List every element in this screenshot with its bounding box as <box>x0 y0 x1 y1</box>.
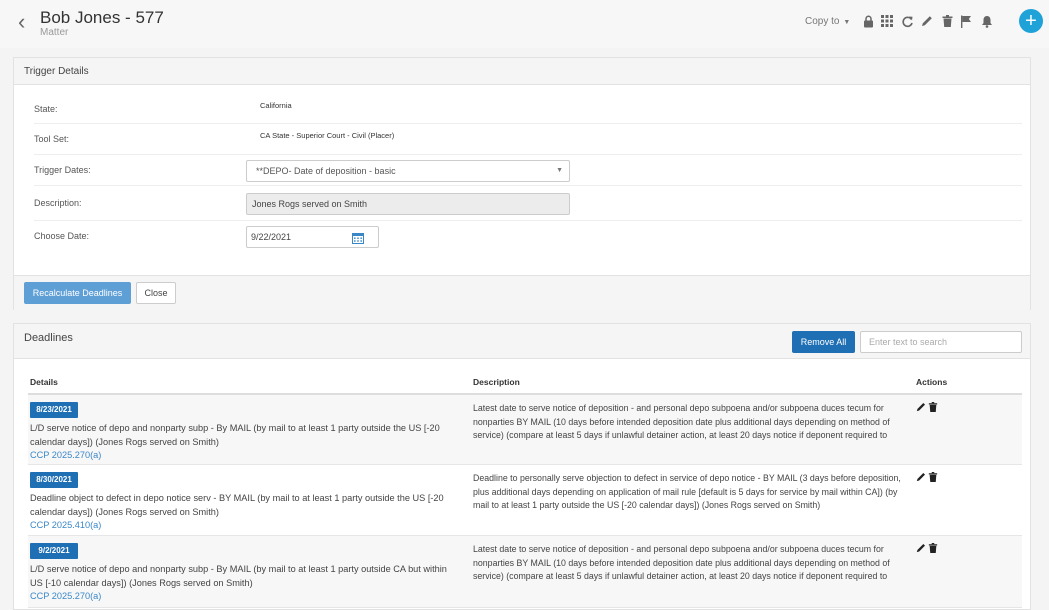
row-description: Latest date to serve notice of depositio… <box>473 403 890 440</box>
trigger-dates-value: **DEPO- Date of deposition - basic <box>256 166 396 176</box>
toolset-row <box>34 124 1022 155</box>
column-header-description: Description <box>473 377 520 387</box>
row-description: Latest date to serve notice of depositio… <box>473 544 890 581</box>
trigger-footer: Recalculate Deadlines Close <box>14 275 1030 310</box>
search-input[interactable]: Enter text to search <box>860 331 1022 353</box>
lock-icon[interactable] <box>860 13 876 29</box>
row-details: Deadline object to defect in depo notice… <box>30 492 460 533</box>
description-label: Description: <box>34 198 82 208</box>
deadlines-header: Deadlines Remove All Enter text to searc… <box>14 324 1030 359</box>
row-details: L/D serve notice of depo and nonparty su… <box>30 563 460 604</box>
delete-icon[interactable] <box>928 543 938 553</box>
page-title: Bob Jones - 577 <box>40 8 164 27</box>
description-field[interactable]: Jones Rogs served on Smith <box>246 193 570 215</box>
table-row: 8/30/2021 Deadline object to defect in d… <box>28 465 1022 536</box>
recalculate-deadlines-button[interactable]: Recalculate Deadlines <box>24 282 131 304</box>
flag-icon[interactable] <box>958 13 974 29</box>
choose-date-value: 9/22/2021 <box>251 232 292 242</box>
trigger-details-heading: Trigger Details <box>14 58 1030 85</box>
details-text: L/D serve notice of depo and nonparty su… <box>30 423 440 447</box>
add-button[interactable]: + <box>1019 9 1043 33</box>
copy-to-dropdown[interactable]: Copy to ▼ <box>805 16 850 27</box>
column-header-details: Details <box>30 377 58 387</box>
details-text: L/D serve notice of depo and nonparty su… <box>30 564 447 588</box>
details-text: Deadline object to defect in depo notice… <box>30 493 444 517</box>
trash-icon[interactable] <box>939 13 955 29</box>
trigger-details-panel: Trigger Details State: California Tool S… <box>13 57 1031 310</box>
close-button[interactable]: Close <box>136 282 176 304</box>
rule-link[interactable]: CCP 2025.270(a) <box>30 449 460 463</box>
trigger-dates-label: Trigger Dates: <box>34 165 91 175</box>
trigger-dates-select[interactable]: **DEPO- Date of deposition - basic ▼ <box>246 160 570 182</box>
choose-date-label: Choose Date: <box>34 231 90 241</box>
page-subtitle: Matter <box>40 27 69 38</box>
calendar-icon[interactable] <box>352 231 364 244</box>
edit-icon[interactable] <box>916 402 926 412</box>
date-badge[interactable]: 9/2/2021 <box>30 543 78 559</box>
state-value: California <box>260 101 292 110</box>
pencil-icon[interactable] <box>919 13 935 29</box>
select-arrow-icon: ▼ <box>556 167 563 174</box>
state-label: State: <box>34 104 58 114</box>
deadlines-heading: Deadlines <box>24 332 73 344</box>
row-details: L/D serve notice of depo and nonparty su… <box>30 422 460 463</box>
table-row: 8/23/2021 L/D serve notice of depo and n… <box>28 395 1022 465</box>
date-badge[interactable]: 8/30/2021 <box>30 472 78 488</box>
refresh-icon[interactable] <box>899 13 915 29</box>
copy-to-label: Copy to <box>805 16 840 27</box>
toolset-value: CA State - Superior Court - Civil (Place… <box>260 131 395 140</box>
toolset-label: Tool Set: <box>34 134 70 144</box>
column-header-actions: Actions <box>916 377 948 387</box>
plus-icon: + <box>1025 10 1037 32</box>
state-row <box>34 92 1022 124</box>
bell-icon[interactable] <box>979 13 995 29</box>
row-description: Deadline to personally serve objection t… <box>473 473 901 510</box>
caret-down-icon: ▼ <box>841 19 851 26</box>
choose-date-field[interactable]: 9/22/2021 <box>246 226 379 248</box>
rule-link[interactable]: CCP 2025.270(a) <box>30 590 460 604</box>
remove-all-button[interactable]: Remove All <box>792 331 855 353</box>
grid-icon[interactable] <box>879 13 895 29</box>
rule-link[interactable]: CCP 2025.410(a) <box>30 519 460 533</box>
delete-icon[interactable] <box>928 472 938 482</box>
date-badge[interactable]: 8/23/2021 <box>30 402 78 418</box>
page-header: ‹ Bob Jones - 577 Matter Copy to ▼ + <box>0 0 1049 48</box>
back-icon[interactable]: ‹ <box>18 11 32 33</box>
delete-icon[interactable] <box>928 402 938 412</box>
edit-icon[interactable] <box>916 543 926 553</box>
table-row: 9/2/2021 L/D serve notice of depo and no… <box>28 536 1022 608</box>
edit-icon[interactable] <box>916 472 926 482</box>
deadlines-panel: Deadlines Remove All Enter text to searc… <box>13 323 1031 610</box>
